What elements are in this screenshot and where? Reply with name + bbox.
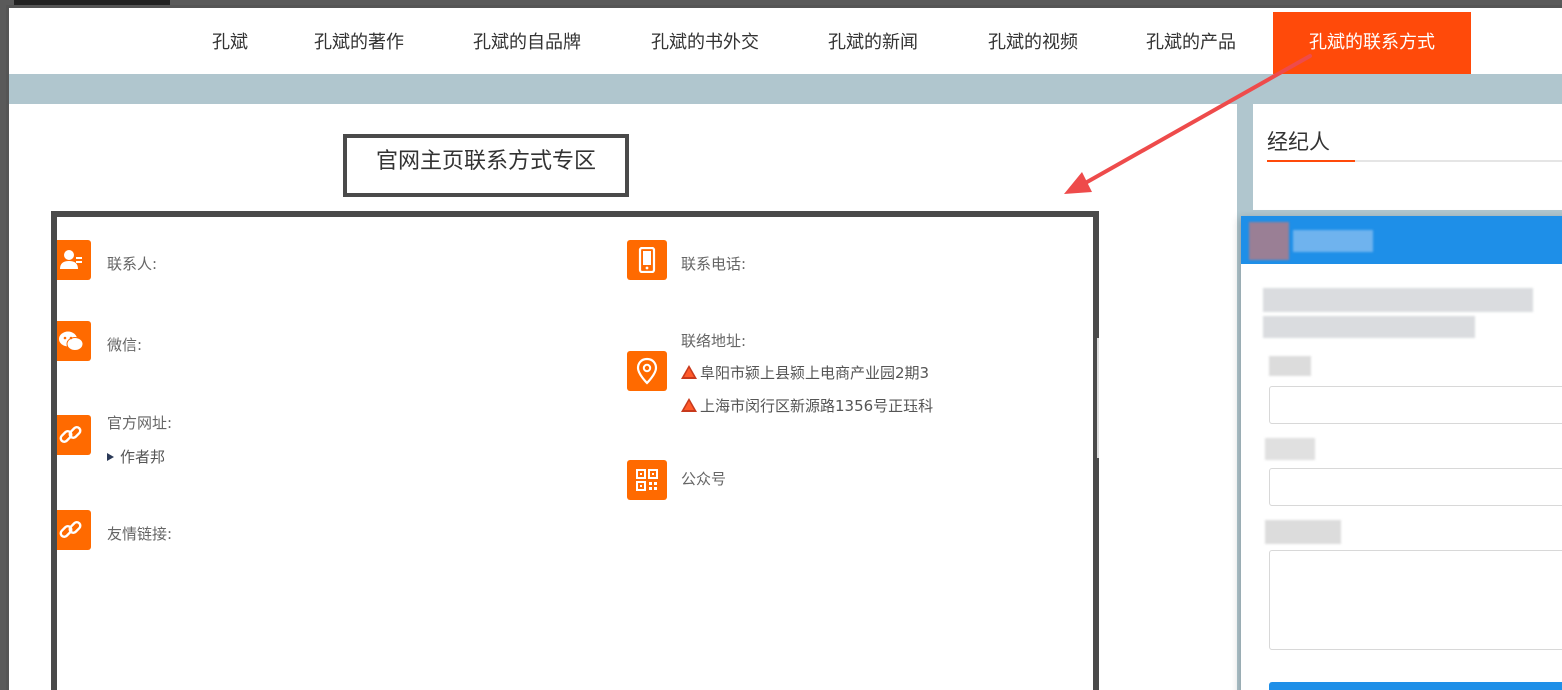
nav-item-diplomacy[interactable]: 孔斌的书外交 <box>635 12 775 74</box>
location-pin-icon <box>627 351 667 391</box>
contact-person-icon <box>57 240 91 280</box>
warning-triangle-icon <box>681 365 697 379</box>
phone-label: 联系电话: <box>681 255 747 273</box>
redacted-label <box>1265 438 1315 460</box>
redacted-name <box>1293 230 1373 252</box>
right-sidebar: 经纪人 <box>1237 104 1562 690</box>
panel-divider <box>1097 338 1105 458</box>
contact-person-label: 联系人: <box>107 255 158 273</box>
nav-item-kongbin[interactable]: 孔斌 <box>195 12 265 74</box>
main-content: 官网主页联系方式专区 联系人: 微信: 官方网址: 作者邦 友情链接: 联系电话… <box>9 104 1237 690</box>
nav-item-products[interactable]: 孔斌的产品 <box>1131 12 1251 74</box>
contact-form-popup <box>1241 216 1562 690</box>
page-title: 官网主页联系方式专区 <box>343 134 629 197</box>
nav-item-contact[interactable]: 孔斌的联系方式 <box>1273 12 1471 74</box>
nav-item-videos[interactable]: 孔斌的视频 <box>973 12 1093 74</box>
submit-button[interactable] <box>1269 682 1562 690</box>
form-input[interactable] <box>1269 468 1562 506</box>
phone-icon <box>627 240 667 280</box>
warning-triangle-icon <box>681 398 697 412</box>
popup-header <box>1241 216 1562 264</box>
wechat-official-label: 公众号 <box>681 470 727 488</box>
wechat-icon <box>57 321 91 361</box>
website-link-icon <box>57 415 91 455</box>
friend-links-label: 友情链接: <box>107 525 173 543</box>
address-line-1: 阜阳市颍上县颍上电商产业园2期3 <box>681 362 949 383</box>
website-label: 官方网址: <box>107 414 173 432</box>
redacted-label <box>1269 356 1311 376</box>
website-link[interactable]: 作者邦 <box>107 446 165 467</box>
agent-card: 经纪人 <box>1253 104 1562 210</box>
nav-item-brand[interactable]: 孔斌的自品牌 <box>457 12 597 74</box>
form-textarea[interactable] <box>1269 550 1562 650</box>
nav-item-news[interactable]: 孔斌的新闻 <box>813 12 933 74</box>
address-label: 联络地址: <box>681 332 747 350</box>
play-bullet-icon <box>107 453 114 461</box>
address-line-2: 上海市闵行区新源路1356号正珏科 <box>681 395 949 416</box>
top-nav: 孔斌 孔斌的著作 孔斌的自品牌 孔斌的书外交 孔斌的新闻 孔斌的视频 孔斌的产品… <box>9 12 1562 74</box>
contact-panel: 联系人: 微信: 官方网址: 作者邦 友情链接: 联系电话: 联络地址: 阜阳市… <box>51 211 1099 690</box>
website-link-text: 作者邦 <box>120 448 166 466</box>
redacted-text <box>1263 316 1475 338</box>
wechat-label: 微信: <box>107 336 143 354</box>
page-frame: 孔斌 孔斌的著作 孔斌的自品牌 孔斌的书外交 孔斌的新闻 孔斌的视频 孔斌的产品… <box>6 5 1562 690</box>
nav-item-works[interactable]: 孔斌的著作 <box>299 12 419 74</box>
redacted-text <box>1263 288 1533 312</box>
address-line-1-text: 阜阳市颍上县颍上电商产业园2期3 <box>700 364 930 382</box>
friend-links-icon <box>57 510 91 550</box>
form-input[interactable] <box>1269 386 1562 424</box>
avatar <box>1249 222 1289 260</box>
qrcode-icon <box>627 460 667 500</box>
agent-divider-accent <box>1267 160 1355 162</box>
redacted-label <box>1265 520 1341 544</box>
nav-band <box>9 74 1562 104</box>
address-line-2-text: 上海市闵行区新源路1356号正珏科 <box>700 397 934 415</box>
agent-title: 经纪人 <box>1267 130 1330 154</box>
